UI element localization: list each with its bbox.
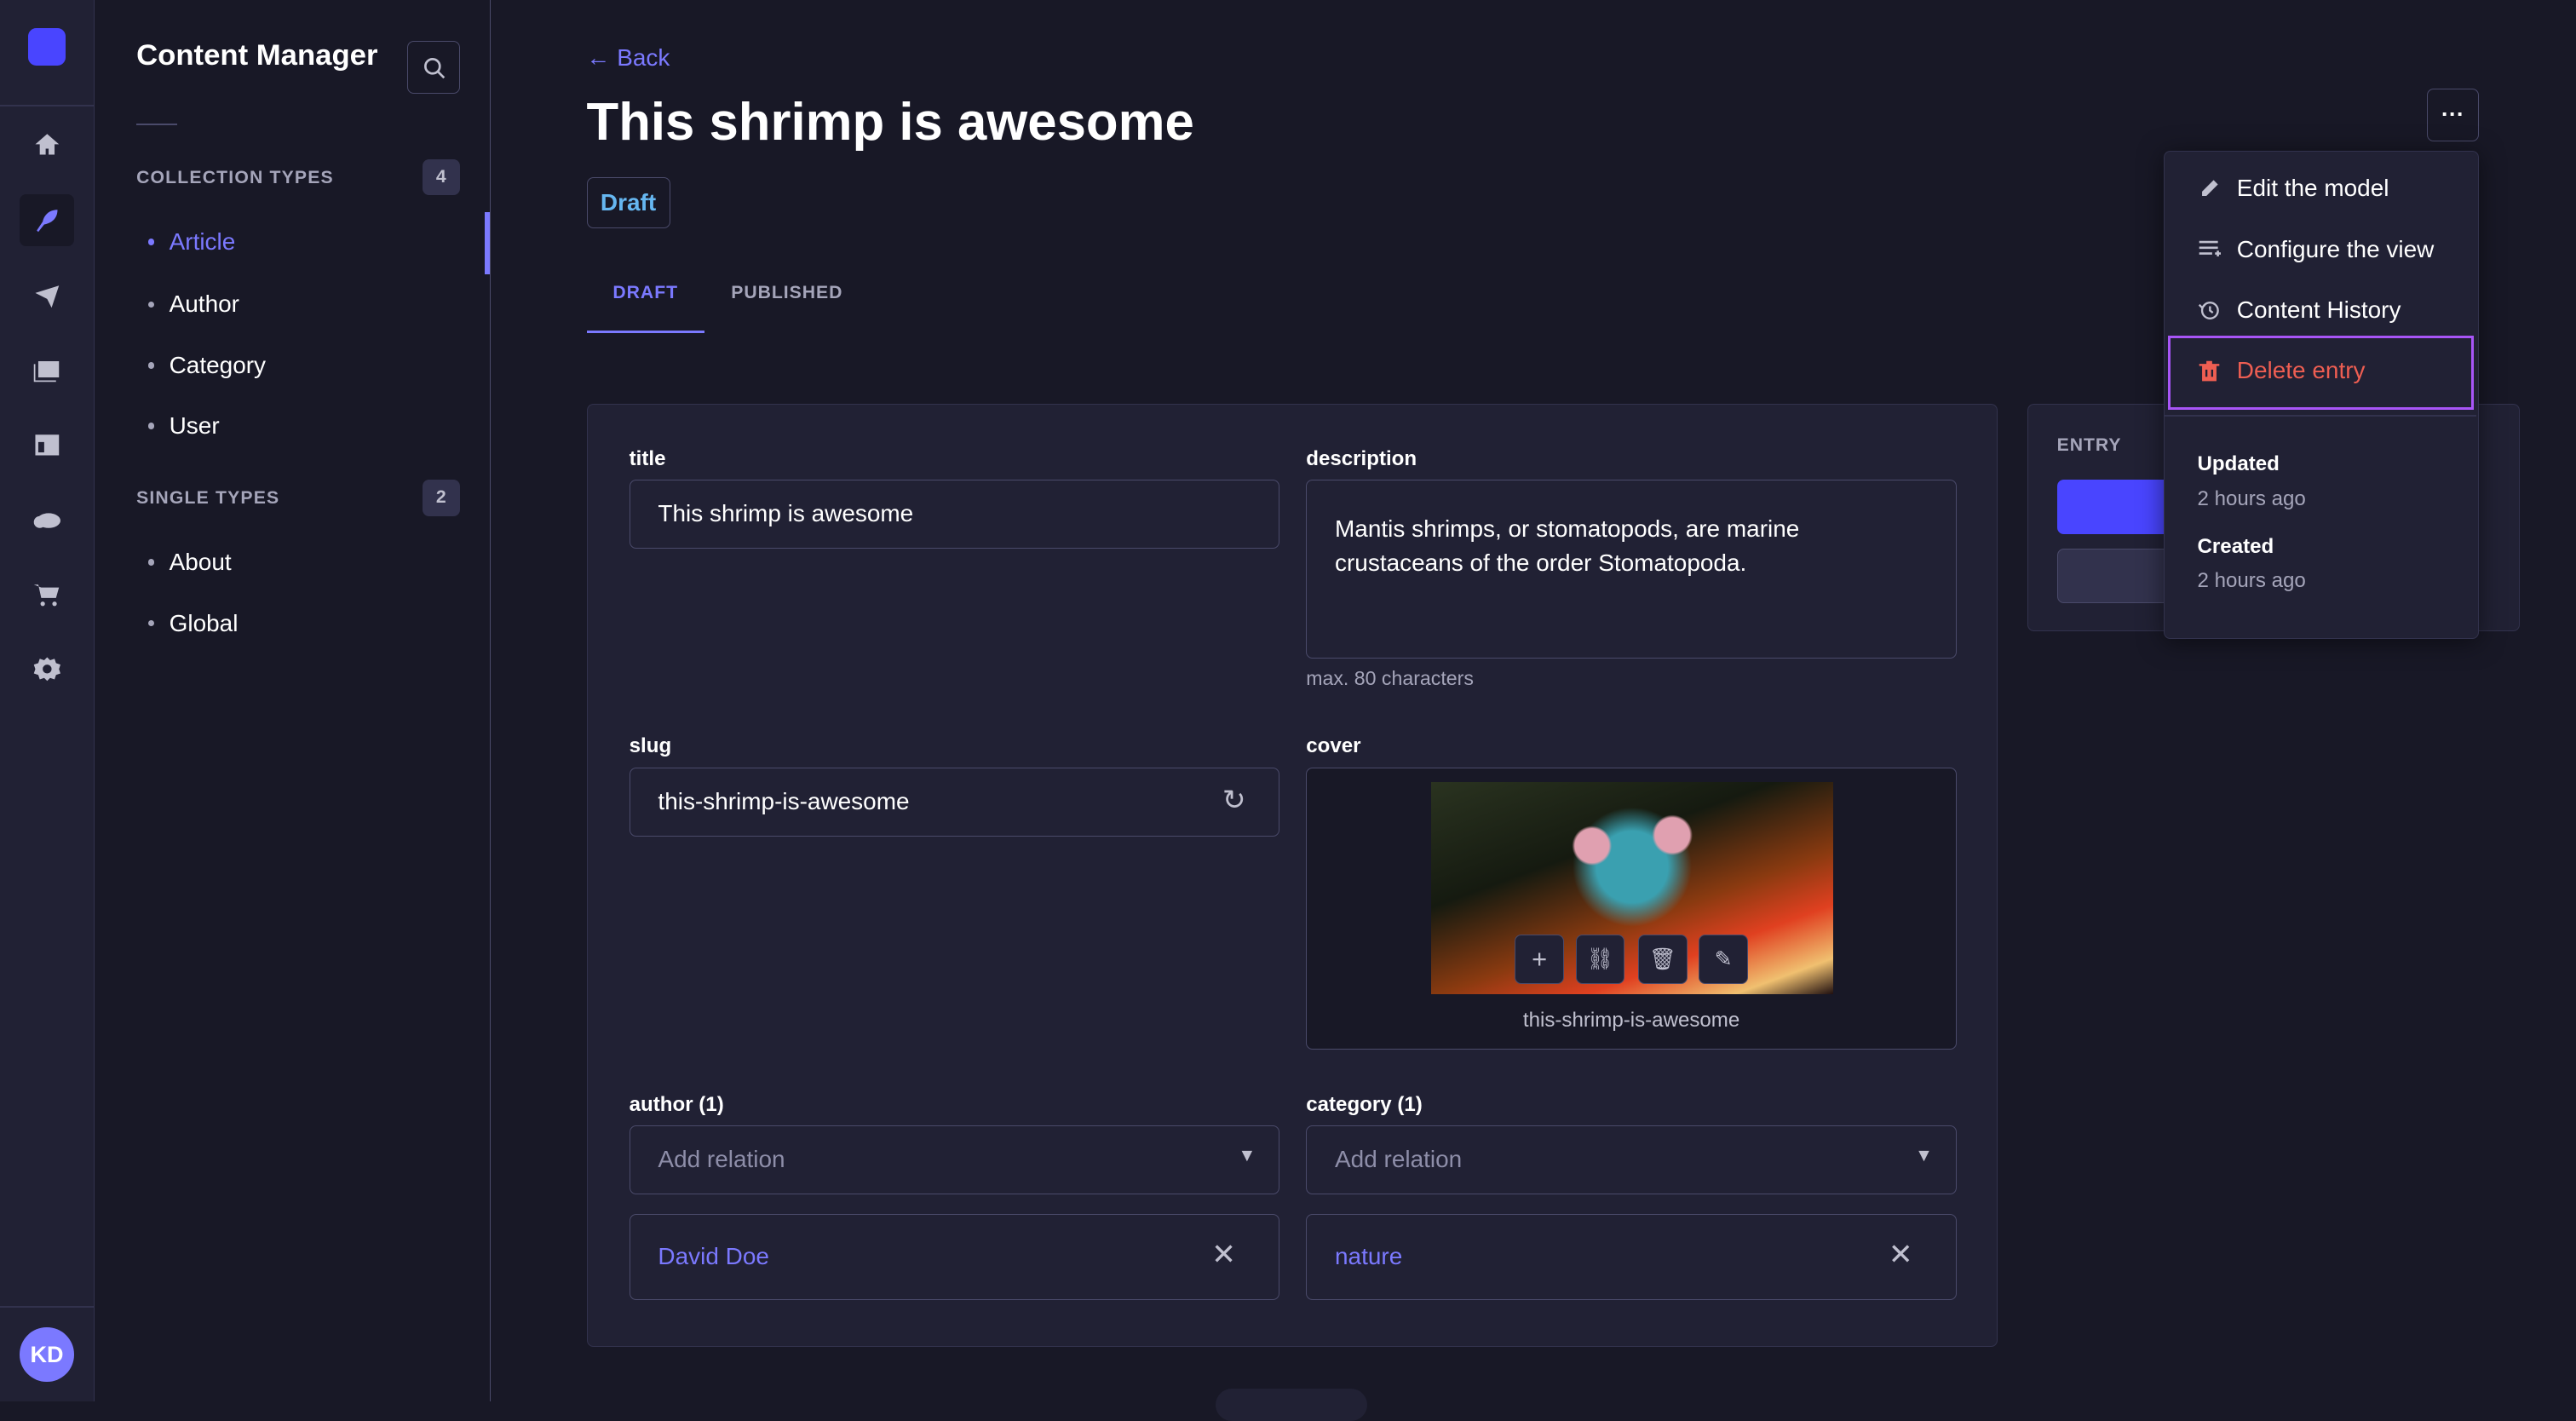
- collection-types-count: 4: [422, 159, 460, 196]
- strapi-logo[interactable]: [27, 27, 66, 66]
- relation-link[interactable]: David Doe: [658, 1243, 769, 1269]
- item-label: About: [169, 549, 232, 576]
- category-label: category (1): [1306, 1092, 1423, 1116]
- search-button[interactable]: [407, 41, 460, 94]
- regenerate-icon[interactable]: ↻: [1222, 784, 1245, 816]
- created-value: 2 hours ago: [2197, 569, 2306, 593]
- avatar[interactable]: KD: [20, 1327, 74, 1382]
- entry-heading: ENTRY: [2056, 435, 2122, 456]
- menu-item-content-history[interactable]: Content History: [2198, 296, 2401, 324]
- cover-image[interactable]: [1430, 782, 1834, 994]
- author-relation-select[interactable]: Add relation ▼: [629, 1125, 1280, 1195]
- marketplace-icon[interactable]: [20, 568, 74, 621]
- sidebar-title: Content Manager: [136, 39, 378, 72]
- category-relation-select[interactable]: Add relation ▼: [1306, 1125, 1957, 1195]
- sidebar-item-article[interactable]: Article: [147, 228, 236, 256]
- title-input[interactable]: This shrimp is awesome: [629, 480, 1280, 549]
- relation-link[interactable]: nature: [1335, 1243, 1402, 1269]
- title-label: title: [629, 446, 666, 470]
- back-link[interactable]: ← Back: [587, 44, 670, 72]
- cloud-icon[interactable]: [20, 493, 74, 546]
- sidebar-item-about[interactable]: About: [147, 549, 232, 576]
- item-label: Author: [169, 291, 239, 318]
- description-label: description: [1306, 446, 1417, 470]
- list-settings-icon: [2199, 241, 2221, 257]
- pencil-icon[interactable]: ✎: [1699, 935, 1749, 985]
- close-icon[interactable]: ✕: [1889, 1238, 1913, 1272]
- item-label: Category: [169, 351, 267, 378]
- tab-draft[interactable]: DRAFT: [612, 283, 678, 303]
- single-types-count: 2: [422, 480, 460, 516]
- search-icon: [423, 57, 445, 78]
- sidebar-item-user[interactable]: User: [147, 412, 220, 440]
- category-relation-item[interactable]: nature ✕: [1306, 1214, 1957, 1300]
- item-label: User: [169, 412, 220, 440]
- description-hint: max. 80 characters: [1306, 667, 1474, 689]
- author-label: author (1): [629, 1092, 724, 1116]
- content-type-builder-icon[interactable]: [20, 419, 74, 472]
- main-nav: KD: [0, 0, 95, 1402]
- menu-label: Content History: [2236, 296, 2401, 324]
- created-label: Created: [2197, 534, 2274, 558]
- updated-label: Updated: [2197, 452, 2280, 476]
- releases-icon[interactable]: [20, 269, 74, 322]
- author-relation-item[interactable]: David Doe ✕: [629, 1214, 1280, 1300]
- bottom-handle: [1216, 1388, 1367, 1421]
- more-actions-button[interactable]: ···: [2426, 89, 2480, 141]
- cover-caption: this-shrimp-is-awesome: [1522, 1009, 1740, 1033]
- pencil-icon: [2201, 180, 2218, 196]
- divider: [0, 1306, 94, 1309]
- trash-icon[interactable]: 🗑: [1637, 935, 1688, 985]
- menu-label: Configure the view: [2236, 235, 2435, 262]
- settings-icon[interactable]: [20, 642, 74, 695]
- menu-label: Edit the model: [2236, 175, 2389, 202]
- menu-item-configure-view[interactable]: Configure the view: [2198, 235, 2435, 263]
- divider: [0, 105, 94, 107]
- link-icon[interactable]: ⛓: [1575, 935, 1625, 985]
- item-label: Article: [169, 228, 236, 256]
- trash-icon: [2199, 360, 2219, 382]
- status-badge: Draft: [586, 177, 670, 229]
- collection-types-heading: COLLECTION TYPES: [136, 167, 334, 187]
- page-title: This shrimp is awesome: [586, 93, 1194, 152]
- arrow-left-icon: ←: [586, 44, 618, 72]
- description-textarea[interactable]: Mantis shrimps, or stomatopods, are mari…: [1306, 480, 1957, 659]
- content-manager-sidebar: [95, 0, 491, 1402]
- sidebar-item-author[interactable]: Author: [147, 291, 239, 318]
- slug-label: slug: [629, 734, 672, 758]
- back-label: Back: [617, 44, 670, 72]
- tab-published[interactable]: PUBLISHED: [731, 283, 842, 303]
- home-icon[interactable]: [20, 118, 74, 171]
- caret-down-icon: ▼: [1914, 1146, 1933, 1166]
- history-icon: [2198, 301, 2219, 319]
- divider: [2164, 414, 2477, 417]
- sidebar-item-global[interactable]: Global: [147, 609, 239, 637]
- divider: [136, 123, 178, 125]
- slug-input[interactable]: this-shrimp-is-awesome: [629, 767, 1280, 837]
- delete-entry-row[interactable]: Delete entry: [2198, 357, 2366, 384]
- more-actions-menu: Edit the model Configure the view Conten…: [2163, 151, 2480, 640]
- item-label: Global: [169, 609, 239, 636]
- single-types-heading: SINGLE TYPES: [136, 487, 280, 508]
- menu-label: Delete entry: [2236, 357, 2366, 384]
- media-library-icon[interactable]: [20, 343, 74, 396]
- placeholder: Add relation: [1335, 1146, 1463, 1173]
- sidebar-item-category[interactable]: Category: [147, 351, 267, 379]
- close-icon[interactable]: ✕: [1211, 1238, 1236, 1272]
- cover-label: cover: [1306, 734, 1361, 758]
- placeholder: Add relation: [658, 1146, 785, 1173]
- updated-value: 2 hours ago: [2197, 486, 2306, 510]
- add-icon[interactable]: +: [1515, 935, 1564, 985]
- content-manager-icon[interactable]: [20, 193, 74, 247]
- active-tab-indicator: [586, 330, 705, 334]
- scrollbar[interactable]: [484, 211, 490, 275]
- caret-down-icon: ▼: [1238, 1146, 1256, 1166]
- menu-item-edit-model[interactable]: Edit the model: [2198, 175, 2389, 202]
